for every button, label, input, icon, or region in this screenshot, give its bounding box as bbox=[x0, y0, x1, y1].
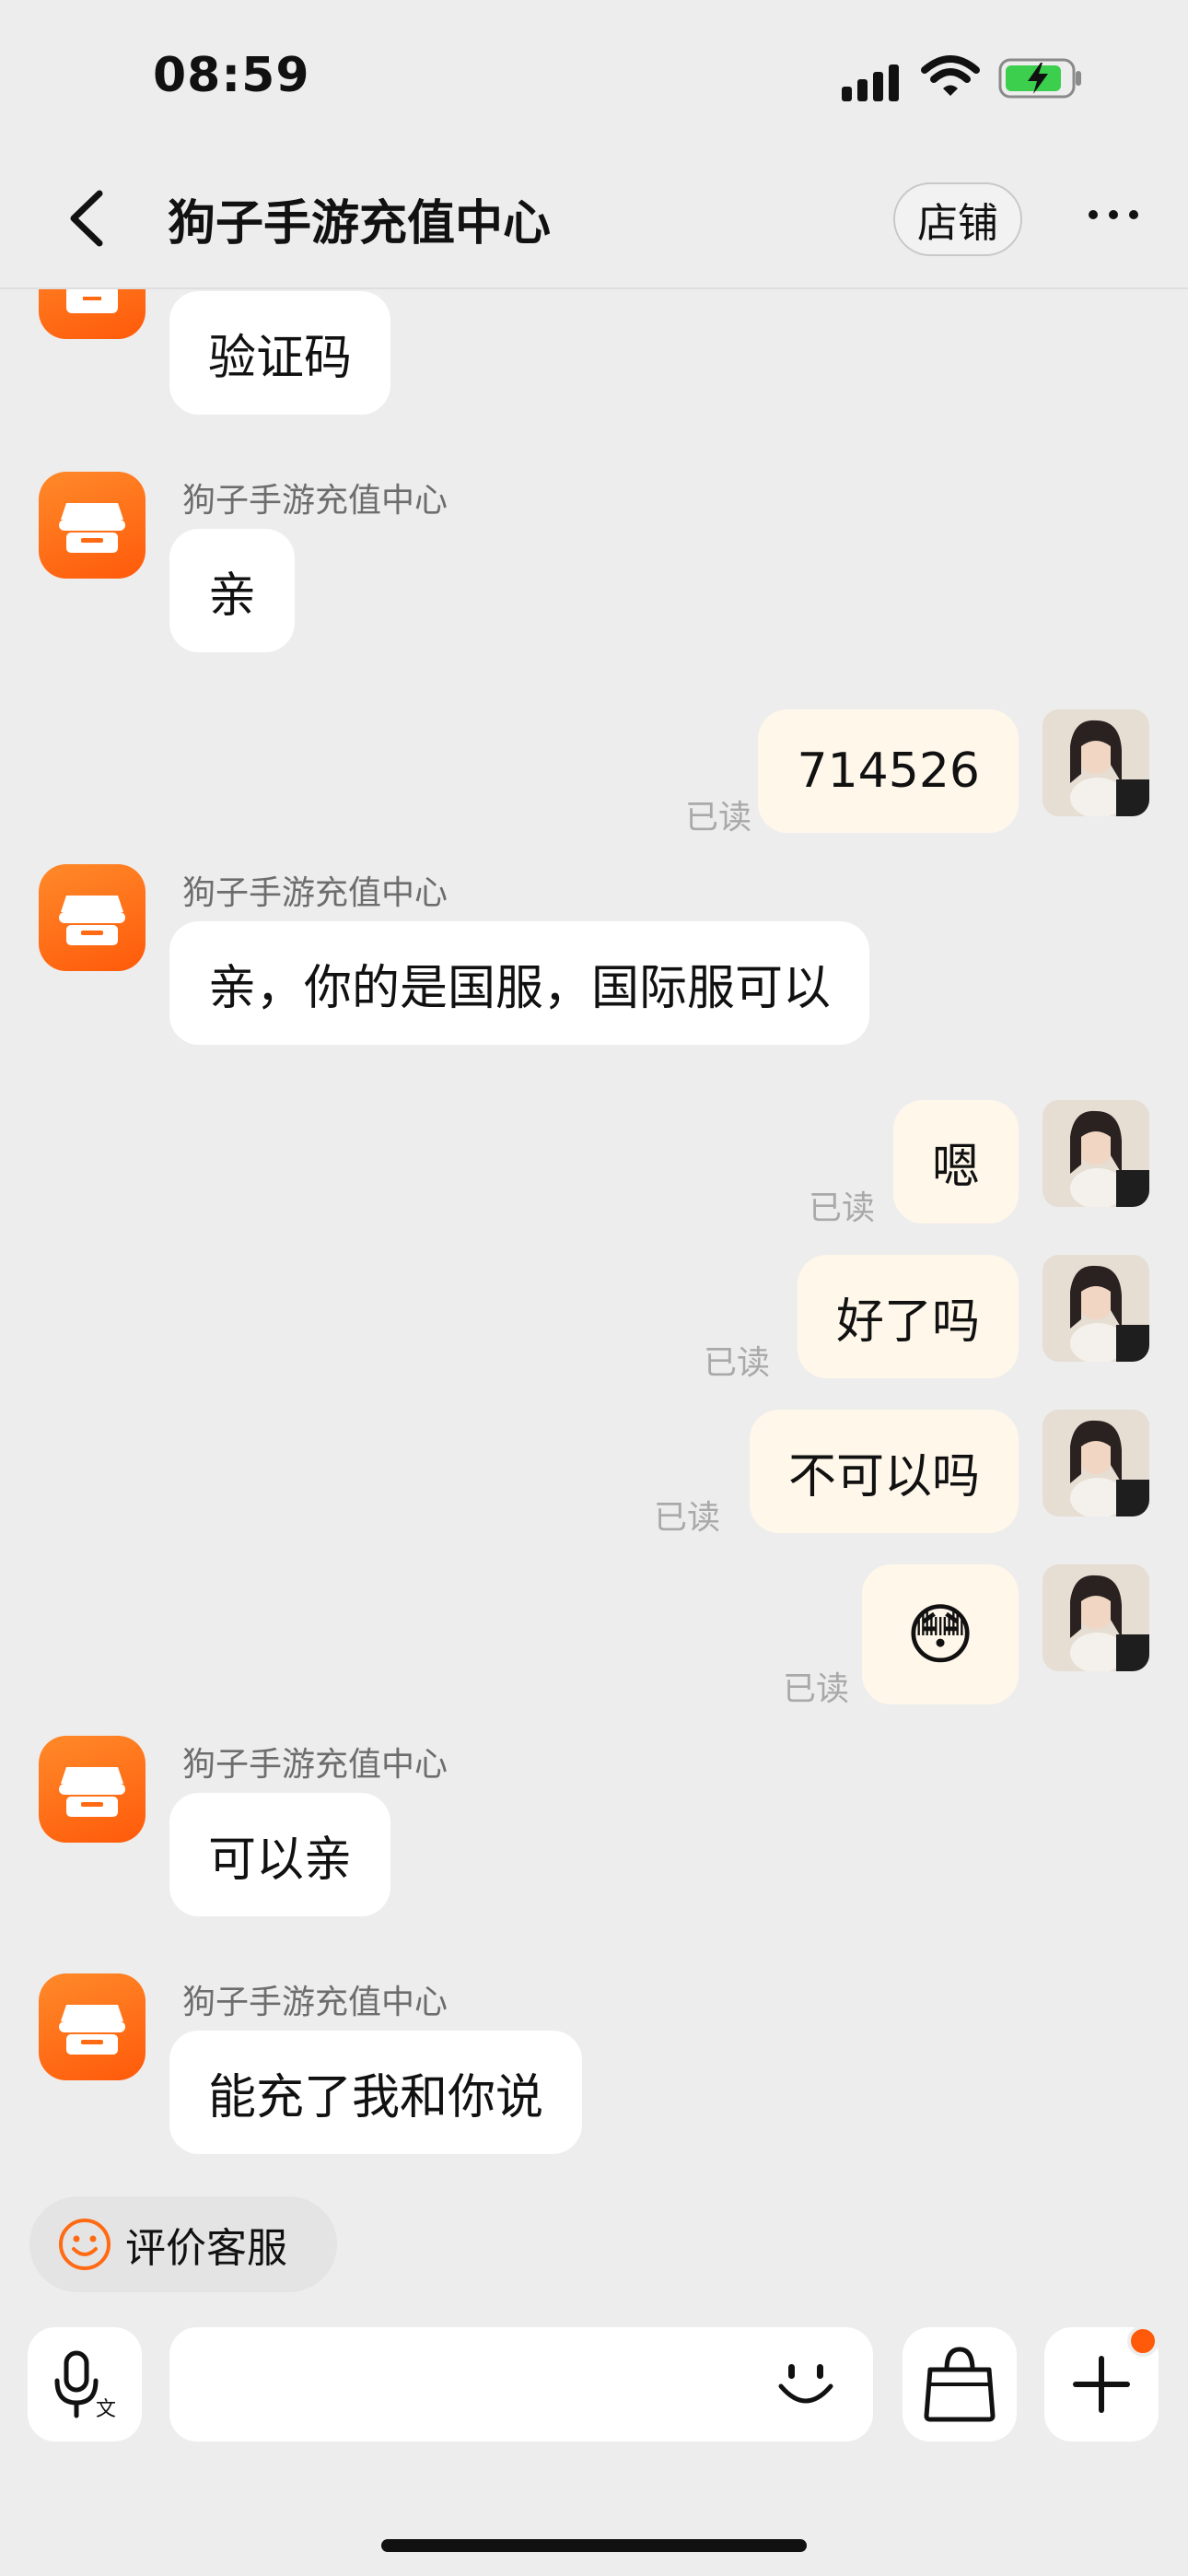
page-title: 狗子手游充值中心 bbox=[168, 196, 552, 252]
message-bubble[interactable]: 可以亲 bbox=[169, 1793, 391, 1916]
status-time: 08:59 bbox=[153, 48, 310, 103]
message-bubble[interactable]: 嗯 bbox=[892, 1100, 1019, 1224]
shopping-bag-icon bbox=[924, 2347, 996, 2422]
message-bubble[interactable]: 亲，你的是国服，国际服可以 bbox=[169, 921, 870, 1045]
message-bubble[interactable]: 能充了我和你说 bbox=[169, 2031, 583, 2154]
svg-text:文: 文 bbox=[96, 2398, 116, 2421]
smiley-icon bbox=[59, 2219, 111, 2270]
message-bubble[interactable]: 验证码 bbox=[169, 291, 391, 415]
user-avatar[interactable] bbox=[1042, 709, 1149, 816]
read-status: 已读 bbox=[684, 799, 751, 837]
shopping-bag-button[interactable] bbox=[903, 2327, 1017, 2441]
message-bubble[interactable]: 714526 bbox=[758, 709, 1019, 833]
shop-avatar[interactable] bbox=[39, 1973, 146, 2080]
shop-button[interactable]: 店铺 bbox=[893, 182, 1022, 256]
read-status: 已读 bbox=[808, 1189, 875, 1227]
message-input[interactable] bbox=[169, 2327, 873, 2441]
sender-name: 狗子手游充值中心 bbox=[182, 874, 448, 912]
user-avatar[interactable] bbox=[1042, 1100, 1149, 1207]
back-button[interactable] bbox=[64, 188, 111, 249]
wifi-icon bbox=[921, 53, 980, 100]
shop-avatar[interactable] bbox=[39, 472, 146, 579]
more-options-icon[interactable] bbox=[1089, 210, 1138, 219]
battery-charging-icon bbox=[998, 57, 1083, 100]
user-avatar[interactable] bbox=[1042, 1564, 1149, 1671]
message-bubble[interactable]: 不可以吗 bbox=[749, 1410, 1019, 1533]
read-status: 已读 bbox=[653, 1499, 720, 1537]
rate-service-button[interactable]: 评价客服 bbox=[29, 2196, 337, 2292]
voice-translate-icon: 文 bbox=[54, 2350, 116, 2421]
emoji-icon[interactable] bbox=[774, 2351, 838, 2416]
sender-name: 狗子手游充值中心 bbox=[182, 482, 448, 520]
chevron-left-icon bbox=[70, 190, 103, 247]
voice-button[interactable]: 文 bbox=[28, 2327, 142, 2441]
shop-avatar[interactable] bbox=[39, 864, 146, 971]
message-bubble[interactable]: 好了吗 bbox=[797, 1255, 1019, 1378]
shop-avatar[interactable] bbox=[39, 1736, 146, 1843]
notification-dot bbox=[1127, 2325, 1159, 2357]
nav-divider bbox=[0, 287, 1188, 289]
flushed-emoji: 😳 bbox=[905, 1596, 975, 1673]
cellular-signal-icon bbox=[842, 61, 903, 101]
user-avatar[interactable] bbox=[1042, 1410, 1149, 1516]
read-status: 已读 bbox=[703, 1344, 770, 1382]
sender-name: 狗子手游充值中心 bbox=[182, 1746, 448, 1784]
message-bubble[interactable]: 😳 bbox=[862, 1564, 1019, 1704]
read-status: 已读 bbox=[782, 1670, 849, 1708]
sender-name: 狗子手游充值中心 bbox=[182, 1984, 448, 2021]
rate-service-label: 评价客服 bbox=[125, 2225, 287, 2272]
user-avatar[interactable] bbox=[1042, 1255, 1149, 1362]
home-indicator[interactable] bbox=[381, 2539, 807, 2552]
message-bubble[interactable]: 亲 bbox=[169, 529, 296, 652]
